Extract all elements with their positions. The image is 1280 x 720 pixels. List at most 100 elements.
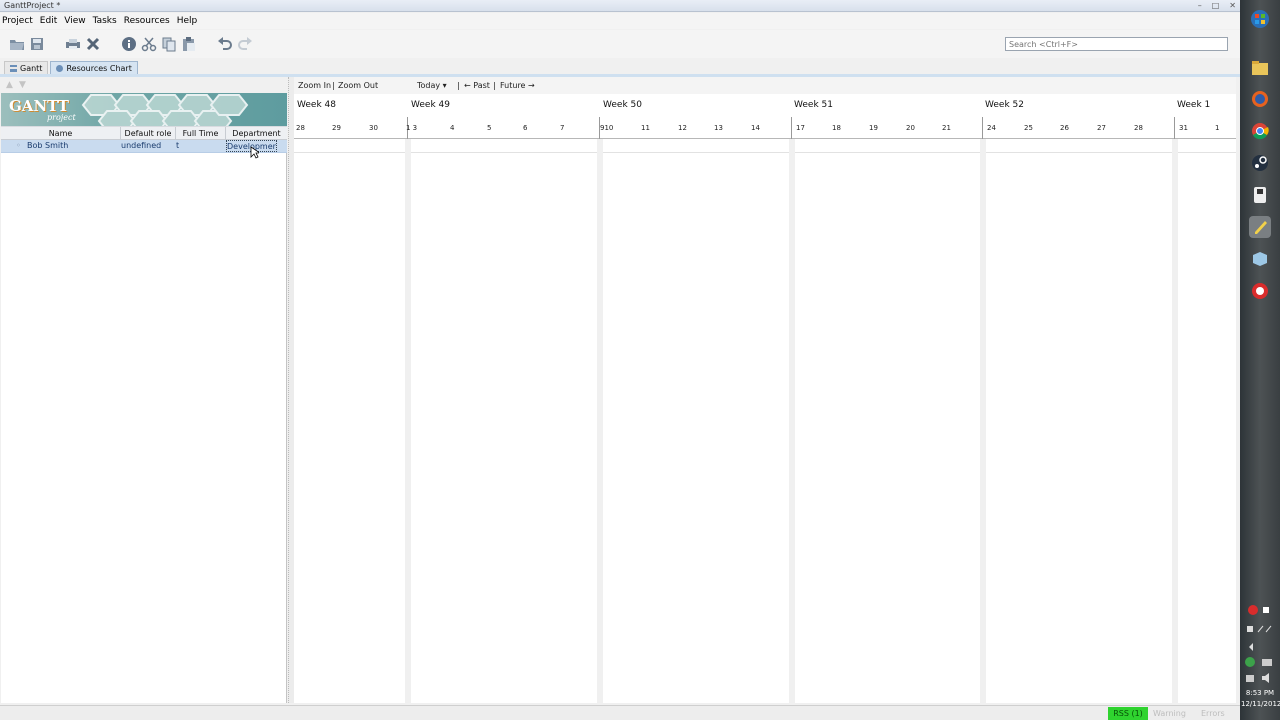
day-label: 24: [987, 124, 996, 132]
print-icon[interactable]: [65, 36, 81, 52]
minimize-button[interactable]: –: [1198, 0, 1202, 11]
record-icon[interactable]: [1249, 280, 1271, 302]
table-toolbar: ▲ ▼: [1, 77, 287, 93]
zoom-out-link[interactable]: Zoom Out: [338, 81, 378, 90]
resource-chart-pane: Zoom In | Zoom Out Today ▾ | ← Past | Fu…: [294, 77, 1236, 703]
firefox-icon[interactable]: [1249, 88, 1271, 110]
info-icon[interactable]: [121, 36, 137, 52]
column-full-time[interactable]: Full Time: [176, 127, 226, 140]
menu-project[interactable]: Project: [2, 16, 33, 26]
start-orb-icon[interactable]: [1249, 8, 1271, 30]
tab-resources-chart[interactable]: Resources Chart: [50, 61, 138, 74]
day-label: 7: [560, 124, 565, 132]
title-bar: GanttProject * – □ ✕: [0, 0, 1240, 12]
disk-tool-icon[interactable]: [1249, 184, 1271, 206]
network-icon[interactable]: [1244, 656, 1276, 668]
weekend-column: [789, 139, 795, 703]
copy-icon[interactable]: [161, 36, 177, 52]
week-label: Week 52: [985, 100, 1024, 110]
today-dropdown[interactable]: Today ▾: [417, 81, 447, 90]
column-name[interactable]: Name: [1, 127, 121, 140]
day-label: 12: [678, 124, 687, 132]
notepad-icon[interactable]: [1249, 216, 1271, 238]
move-up-icon[interactable]: ▲: [6, 80, 13, 90]
resource-name: Bob Smith: [27, 141, 69, 150]
menu-view[interactable]: View: [64, 16, 85, 26]
view-tabs: Gantt Resources Chart: [0, 60, 140, 74]
nav-separator: |: [457, 81, 460, 90]
column-department[interactable]: Department: [226, 127, 287, 140]
steam-icon[interactable]: [1249, 152, 1271, 174]
day-label: 28: [1134, 124, 1143, 132]
recording-indicator-icon[interactable]: [1246, 604, 1274, 616]
day-label: 18: [832, 124, 841, 132]
day-label: 30: [369, 124, 378, 132]
day-label: 14: [751, 124, 760, 132]
week-tick: [1174, 117, 1175, 139]
chrome-icon[interactable]: [1249, 120, 1271, 142]
weekend-column: [980, 139, 986, 703]
resource-full-time: t: [176, 141, 180, 150]
week-label: Week 51: [794, 100, 833, 110]
day-label: 4: [450, 124, 455, 132]
table-header: Name Default role Full Time Department: [1, 126, 287, 140]
past-link[interactable]: ← Past: [464, 81, 490, 90]
tab-gantt-label: Gantt: [20, 63, 43, 73]
tab-gantt[interactable]: Gantt: [4, 61, 49, 74]
cut-icon[interactable]: [141, 36, 157, 52]
menu-resources[interactable]: Resources: [124, 16, 170, 26]
weekend-column: [405, 139, 411, 703]
day-label: 20: [906, 124, 915, 132]
menu-bar: Project Edit View Tasks Resources Help: [0, 13, 1240, 29]
menu-edit[interactable]: Edit: [40, 16, 57, 26]
future-link[interactable]: Future →: [500, 81, 535, 90]
gantt-tab-icon: [10, 64, 17, 72]
day-label: 1: [1215, 124, 1220, 132]
day-label: 17: [796, 124, 805, 132]
delete-icon[interactable]: [85, 36, 101, 52]
day-label: 28: [296, 124, 305, 132]
open-folder-icon[interactable]: [9, 36, 25, 52]
undo-icon[interactable]: [217, 36, 233, 52]
redo-icon[interactable]: [237, 36, 253, 52]
day-label: 21: [942, 124, 951, 132]
week-header: Week 48 Week 49 Week 50 Week 51 Week 52 …: [294, 94, 1236, 114]
os-taskbar: 8:53 PM 12/11/2012: [1240, 0, 1280, 720]
table-row[interactable]: ◦ Bob Smith undefined t Development: [1, 140, 287, 153]
rss-status[interactable]: RSS (1): [1108, 707, 1148, 720]
nav-separator-2: |: [493, 81, 496, 90]
window-buttons: – □ ✕: [1198, 0, 1236, 11]
errors-status[interactable]: Errors: [1201, 709, 1225, 718]
volume-icon[interactable]: [1244, 672, 1276, 684]
system-clock[interactable]: 8:53 PM 12/11/2012: [1241, 688, 1280, 710]
close-button[interactable]: ✕: [1229, 0, 1236, 11]
weekend-column: [1172, 139, 1178, 703]
menu-tasks[interactable]: Tasks: [93, 16, 117, 26]
day-label: 25: [1024, 124, 1033, 132]
tray-utility-icon[interactable]: [1246, 624, 1274, 634]
expand-icon[interactable]: ◦: [16, 140, 21, 152]
day-label: 19: [869, 124, 878, 132]
resource-role: undefined: [121, 141, 162, 150]
virtualbox-icon[interactable]: [1249, 248, 1271, 270]
chart-row: [294, 139, 1236, 153]
zoom-in-link[interactable]: Zoom In: [298, 81, 331, 90]
search-input[interactable]: [1005, 37, 1228, 51]
week-tick: [982, 117, 983, 139]
file-explorer-icon[interactable]: [1249, 57, 1271, 79]
show-hidden-icon[interactable]: [1246, 642, 1256, 652]
tab-resources-label: Resources Chart: [66, 63, 132, 73]
move-down-icon[interactable]: ▼: [19, 80, 26, 90]
chart-controls: Zoom In | Zoom Out Today ▾ | ← Past | Fu…: [294, 77, 1236, 94]
maximize-button[interactable]: □: [1212, 0, 1220, 11]
week-tick: [791, 117, 792, 139]
paste-icon[interactable]: [181, 36, 197, 52]
column-default-role[interactable]: Default role: [121, 127, 176, 140]
save-icon[interactable]: [29, 36, 45, 52]
resources-tab-icon: [56, 64, 64, 72]
day-label: 910: [600, 124, 614, 132]
clock-time: 8:53 PM: [1245, 689, 1275, 697]
warning-status[interactable]: Warning: [1153, 709, 1186, 718]
menu-help[interactable]: Help: [177, 16, 198, 26]
gantt-app-window: GanttProject * – □ ✕ Project Edit View T…: [0, 0, 1240, 720]
